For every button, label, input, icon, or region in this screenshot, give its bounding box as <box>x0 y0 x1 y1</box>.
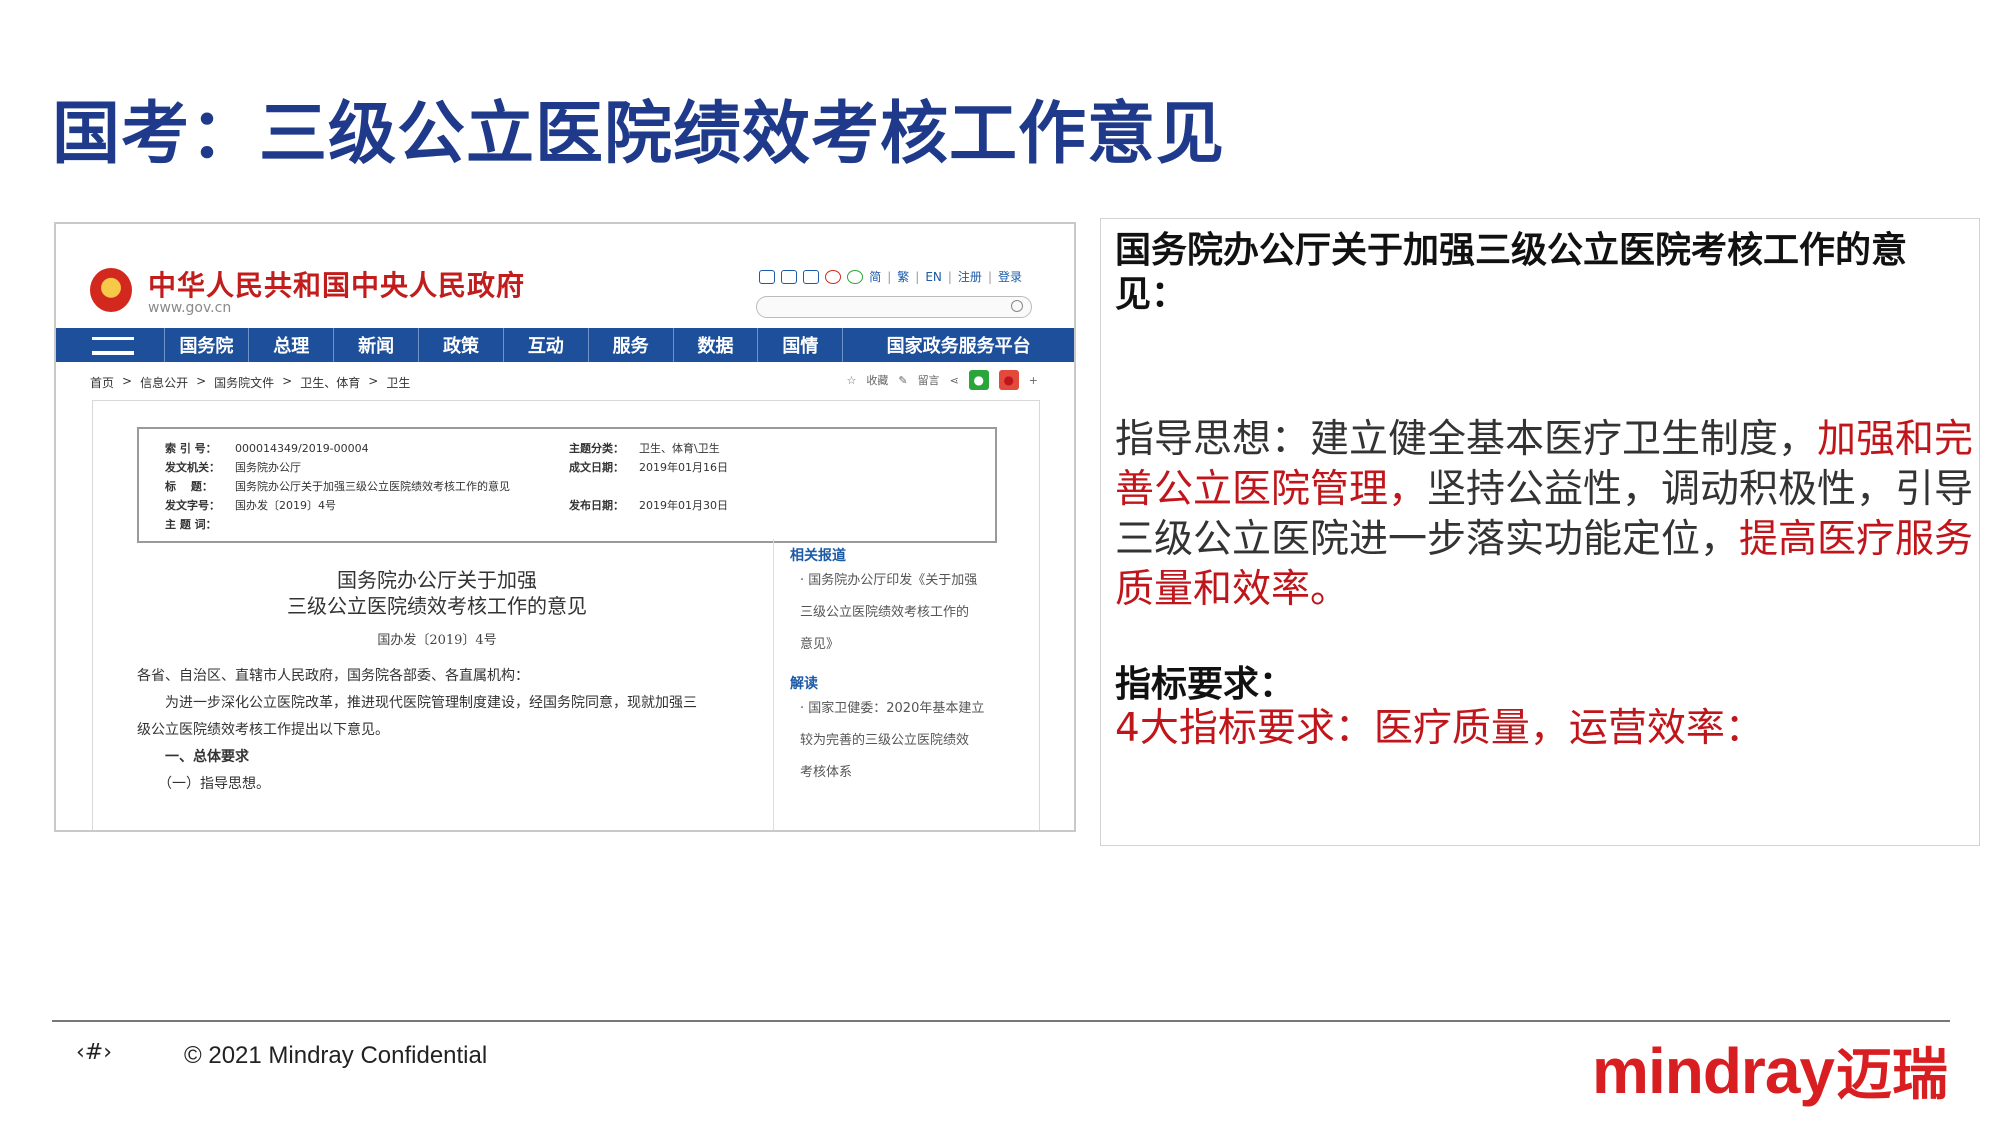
nav-item-state-council[interactable]: 国务院 <box>165 328 250 362</box>
webpage-screenshot: 中华人民共和国中央人民政府 www.gov.cn 简 | 繁 | EN | 注册 | 登… <box>54 222 1076 832</box>
related-link[interactable]: 三级公立医院绩效考核工作的 <box>790 597 1003 629</box>
crumb-sep: > <box>122 374 133 388</box>
interpretation-heading: 解读 <box>790 676 818 692</box>
star-icon[interactable]: ☆ <box>846 374 856 387</box>
link-english[interactable]: EN <box>925 270 942 284</box>
page-number: ‹#› <box>76 1040 113 1065</box>
top-links: 简 | 繁 | EN | 注册 | 登录 <box>759 268 1022 285</box>
wechat-icon[interactable] <box>847 269 864 284</box>
crumb-sep: > <box>282 374 293 388</box>
nav-home[interactable] <box>56 328 165 362</box>
mail-icon[interactable] <box>759 269 776 284</box>
search-icon[interactable] <box>1011 300 1023 312</box>
related-link[interactable]: · 国务院办公厅印发《关于加强 <box>790 565 1003 597</box>
tiananmen-icon <box>92 337 134 355</box>
crumb-home[interactable]: 首页 <box>90 374 114 391</box>
nav-item-premier[interactable]: 总理 <box>249 328 335 362</box>
crumb-docs[interactable]: 国务院文件 <box>214 374 274 391</box>
document-title: 国务院办公厅关于加强 三级公立医院绩效考核工作的意见 <box>287 568 587 618</box>
mindray-logo: mindray 迈瑞 <box>1592 1034 1948 1109</box>
gov-header: 中华人民共和国中央人民政府 www.gov.cn 简 | 繁 | EN | 注册 | 登… <box>56 224 1074 328</box>
nav-item-service-platform[interactable]: 国家政务服务平台 <box>843 328 1074 362</box>
footer-divider <box>52 1020 1950 1022</box>
crumb-sep: > <box>196 374 207 388</box>
national-emblem-icon <box>90 268 132 312</box>
nav-item-policy[interactable]: 政策 <box>419 328 504 362</box>
nav-item-services[interactable]: 服务 <box>589 328 674 362</box>
interpretation-link[interactable]: 较为完善的三级公立医院绩效 <box>790 725 1003 757</box>
site-name: 中华人民共和国中央人民政府 <box>148 269 526 302</box>
breadcrumb: 首页 > 信息公开 > 国务院文件 > 卫生、体育 > 卫生 <box>90 374 410 391</box>
pen-icon[interactable]: ✎ <box>898 374 907 387</box>
crumb-sep: > <box>368 374 379 388</box>
document-number: 国办发〔2019〕4号 <box>377 633 497 648</box>
slide-title: 国考：三级公立医院绩效考核工作意见 <box>52 95 1226 174</box>
weibo-share-icon[interactable]: ● <box>998 370 1019 390</box>
nav-item-national[interactable]: 国情 <box>758 328 844 362</box>
crumb-info[interactable]: 信息公开 <box>140 374 188 391</box>
meta-right: 主题分类： 卫生、体育\卫生 成文日期： 2019年01月16日 发布日期： 2019… <box>569 442 728 512</box>
link-traditional[interactable]: 繁 <box>897 268 909 285</box>
plus-icon[interactable]: + <box>1029 374 1038 387</box>
crumb-health[interactable]: 卫生 <box>386 374 410 391</box>
document-body: 各省、自治区、直辖市人民政府，国务院各部委、各直属机构： 为进一步深化公立医院改… <box>137 668 697 792</box>
nav-item-interaction[interactable]: 互动 <box>504 328 589 362</box>
summary-panel: 国务院办公厅关于加强三级公立医院考核工作的意见： 指导思想：建立健全基本医疗卫生… <box>1100 218 1980 846</box>
interpretation-link[interactable]: 考核体系 <box>790 757 1003 789</box>
link-simplified[interactable]: 简 <box>869 268 881 285</box>
link-login[interactable]: 登录 <box>998 268 1022 285</box>
related-heading: 相关报道 <box>790 548 846 564</box>
site-search-input[interactable] <box>756 296 1032 318</box>
meta-left: 索 引 号： 000014349/2019-00004 发文机关： 国务院办公厅 标… <box>165 442 510 531</box>
document-page: 索 引 号： 000014349/2019-00004 发文机关： 国务院办公厅 标… <box>92 400 1040 830</box>
document-meta: 索 引 号： 000014349/2019-00004 发文机关： 国务院办公厅 标… <box>137 427 997 543</box>
link-register[interactable]: 注册 <box>958 268 982 285</box>
indicator-requirements: 4大指标要求：医疗质量，运营效率： <box>1115 706 1764 751</box>
nav-item-news[interactable]: 新闻 <box>334 328 420 362</box>
mobile-icon[interactable] <box>803 269 820 284</box>
guiding-idea: 指导思想：建立健全基本医疗卫生制度，加强和完善公立医院管理，坚持公益性，调动积极… <box>1115 417 1974 612</box>
nav-item-data[interactable]: 数据 <box>674 328 759 362</box>
interpretation-link[interactable]: · 国家卫健委：2020年基本建立 <box>790 693 1003 725</box>
site-url: www.gov.cn <box>148 300 232 316</box>
page-tools: ☆ 收藏 ✎ 留言 ⋖ ● ● + <box>846 370 1038 390</box>
weibo-icon[interactable] <box>825 269 842 284</box>
chat-icon[interactable] <box>781 269 798 284</box>
main-nav: 国务院 总理 新闻 政策 互动 服务 数据 国情 国家政务服务平台 <box>56 328 1074 362</box>
wechat-share-icon[interactable]: ● <box>968 370 989 390</box>
share-icon[interactable]: ⋖ <box>950 374 959 387</box>
crumb-health-sports[interactable]: 卫生、体育 <box>300 374 360 391</box>
comment-link[interactable]: 留言 <box>918 372 940 388</box>
related-link[interactable]: 意见》 <box>790 629 1003 661</box>
favorite-link[interactable]: 收藏 <box>866 372 888 388</box>
related-sidebar: 相关报道 · 国务院办公厅印发《关于加强 三级公立医院绩效考核工作的 意见》 解… <box>773 539 1003 830</box>
summary-heading: 国务院办公厅关于加强三级公立医院考核工作的意见： <box>1115 230 1908 315</box>
copyright: © 2021 Mindray Confidential <box>184 1042 488 1069</box>
